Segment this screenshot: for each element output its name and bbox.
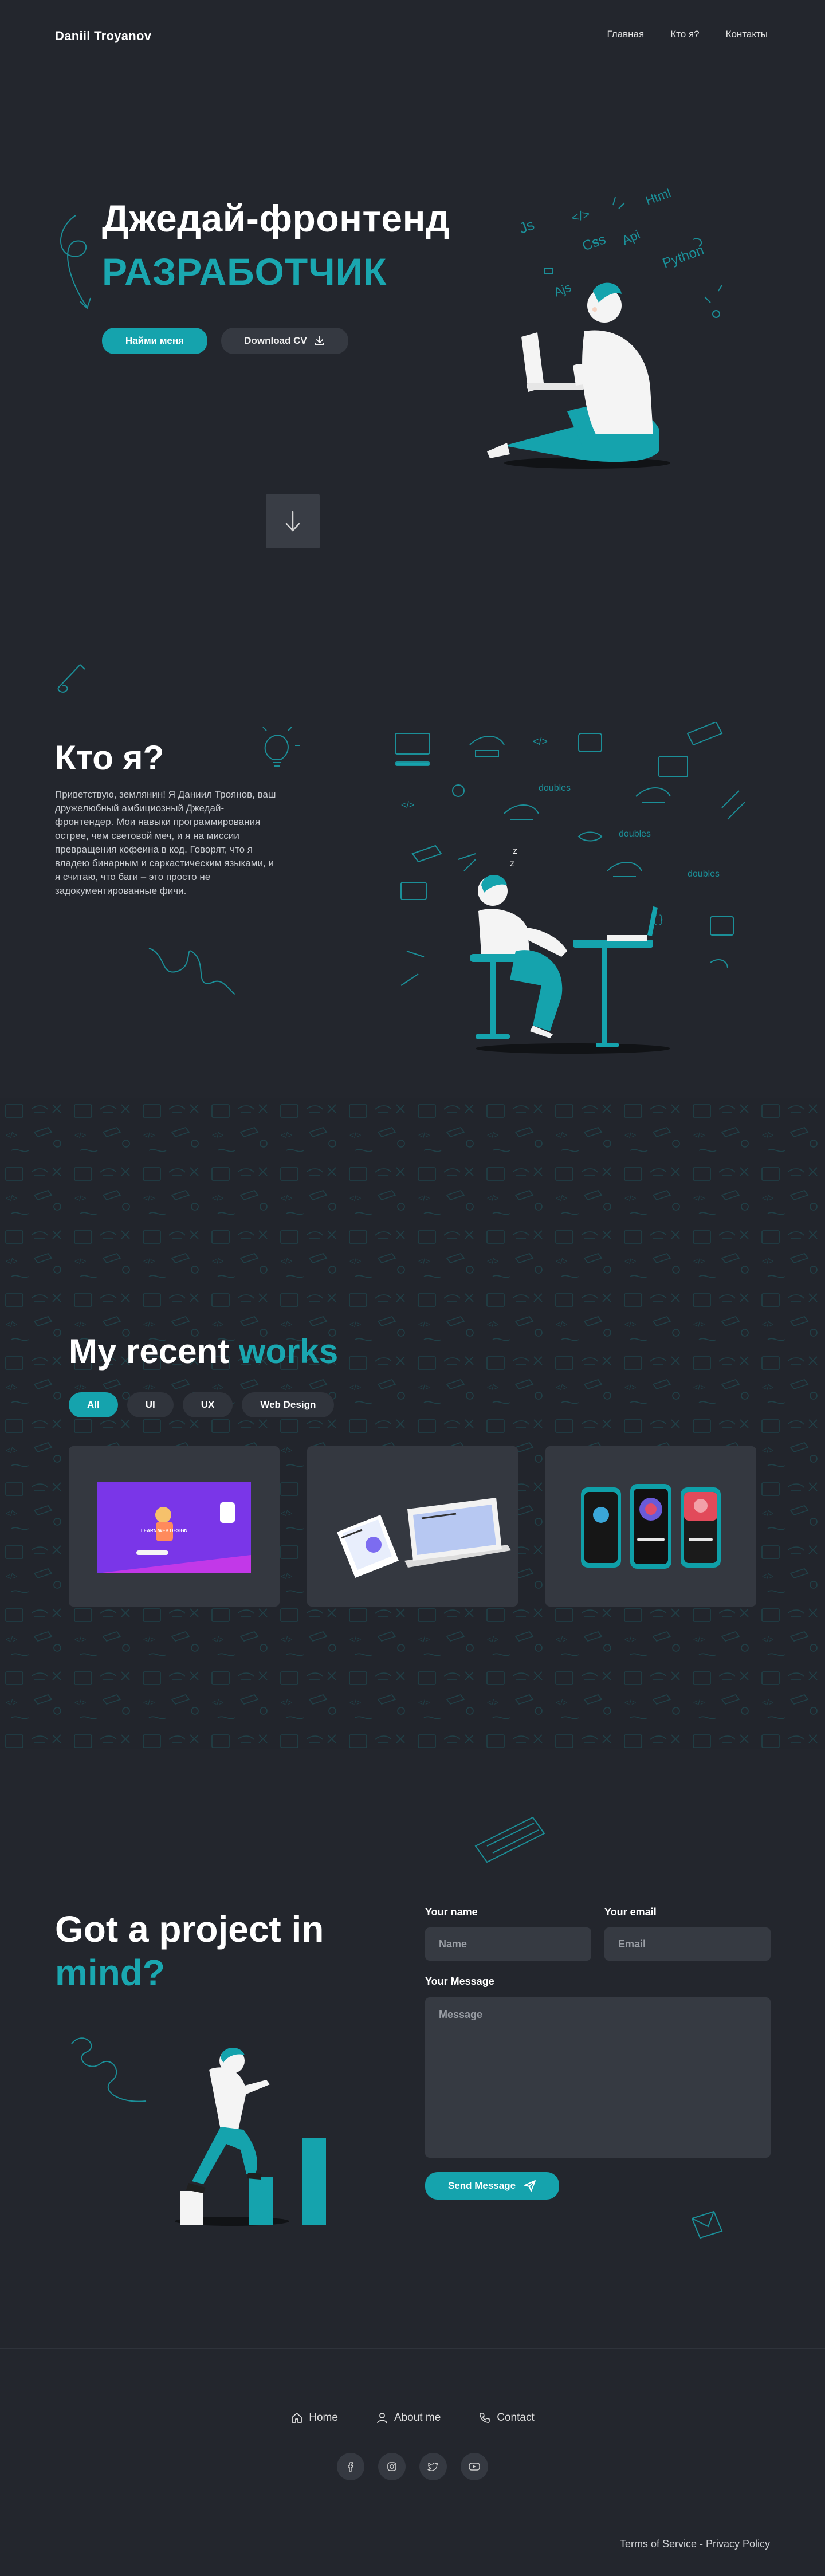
phone-icon (480, 2413, 490, 2423)
footer-link-about[interactable]: About me (376, 2412, 441, 2424)
email-label: Your email (604, 1906, 657, 1918)
message-label: Your Message (425, 1976, 494, 1987)
arrow-down-icon (285, 511, 300, 532)
about-title: Кто я? (55, 739, 164, 777)
work-card-heading: LEARN WEB DESIGN (141, 1528, 188, 1533)
lightbulb-icon (262, 727, 300, 767)
works-filters: All UI UX Web Design (69, 1392, 335, 1417)
download-cv-button[interactable]: Download CV (221, 328, 348, 354)
hero-title: Джедай-фронтенд (102, 197, 450, 239)
filter-web-design[interactable]: Web Design (242, 1392, 335, 1417)
footer-link-home[interactable]: Home (290, 2412, 338, 2424)
footer-link-about-label: About me (394, 2412, 441, 2424)
instagram-link[interactable] (378, 2453, 406, 2480)
doodle-spiral-icon (71, 2037, 147, 2102)
name-label: Your name (425, 1906, 478, 1918)
youtube-icon (469, 2463, 480, 2471)
contact-title-line2: mind? (55, 1952, 165, 1993)
contact-title: Got a project in mind? (55, 1907, 324, 1994)
footer-link-contact-label: Contact (497, 2412, 535, 2424)
site-footer: Home About me Contact Terms of Service -… (0, 2348, 825, 2576)
work-thumbnail-devices (337, 1498, 511, 1578)
work-thumbnail-web-design: LEARN WEB DESIGN (97, 1482, 251, 1573)
doodle-loops-icon (148, 948, 235, 995)
svg-text:doubles: doubles (688, 869, 720, 879)
site-logo[interactable]: Daniil Troyanov (55, 29, 151, 44)
scroll-down-button[interactable] (266, 494, 320, 548)
works-title-accent: works (238, 1332, 339, 1371)
svg-text:doubles: doubles (539, 783, 571, 793)
svg-text:Js: Js (517, 216, 537, 237)
works-title: My recent works (69, 1332, 338, 1371)
facebook-link[interactable] (337, 2453, 364, 2480)
contact-section: Got a project in mind? Your name Your em… (0, 1749, 825, 2348)
hire-me-button[interactable]: Найми меня (102, 328, 207, 354)
twitter-icon (427, 2462, 438, 2471)
svg-text:Ajs: Ajs (552, 280, 573, 300)
svg-text:Css: Css (580, 231, 608, 254)
about-text: Приветствую, землянин! Я Даниил Троянов,… (55, 789, 276, 896)
works-title-plain: My recent (69, 1332, 239, 1371)
envelope-doodle-icon (691, 2210, 723, 2239)
svg-text:Html: Html (643, 186, 673, 208)
svg-text:Api: Api (620, 227, 642, 248)
svg-text:z: z (510, 859, 514, 869)
footer-nav: Home About me Contact (0, 2412, 825, 2424)
send-message-button[interactable]: Send Message (425, 2172, 559, 2200)
music-note-icon (57, 664, 85, 693)
twitter-link[interactable] (419, 2453, 447, 2480)
footer-link-home-label: Home (309, 2412, 338, 2424)
about-section: Кто я? Приветствую, землянин! Я Даниил Т… (0, 573, 825, 1097)
developer-with-laptop-illustration: Js </> Html Css Python Api Ajs (487, 186, 722, 469)
footer-link-contact[interactable]: Contact (478, 2412, 535, 2424)
filter-ui[interactable]: UI (127, 1392, 174, 1417)
climbing-steps-illustration (175, 2048, 326, 2226)
site-header: Daniil Troyanov Главная Кто я? Контакты (0, 0, 825, 73)
send-icon (524, 2180, 536, 2192)
contact-title-line1: Got a project in (55, 1909, 324, 1950)
developer-relaxing-illustration: </> </> doubles doubles doubles { } z z (395, 722, 745, 1054)
email-input[interactable] (604, 1927, 771, 1961)
send-message-label: Send Message (447, 2180, 516, 2191)
svg-text:z: z (513, 846, 517, 856)
name-input[interactable] (425, 1927, 591, 1961)
user-icon (377, 2413, 387, 2424)
home-icon (292, 2413, 302, 2423)
work-card-mobile-app[interactable] (545, 1446, 756, 1607)
work-card-web-design[interactable]: LEARN WEB DESIGN (69, 1446, 280, 1607)
youtube-link[interactable] (461, 2453, 488, 2480)
hero-section: Джедай-фронтенд РАЗРАБОТЧИК Найми меня D… (0, 73, 825, 572)
svg-text:</>: </> (570, 206, 591, 225)
svg-text:</>: </> (533, 736, 548, 747)
facebook-icon (348, 2462, 353, 2472)
hero-subtitle: РАЗРАБОТЧИК (102, 250, 387, 293)
filter-ux[interactable]: UX (182, 1392, 233, 1417)
works-section: </> My recent works All UI UX Web Design… (0, 1098, 825, 1749)
download-icon (315, 336, 324, 345)
doodle-pattern-background: </> (0, 1098, 825, 1749)
nav-link-contacts[interactable]: Контакты (726, 29, 768, 40)
svg-text:</>: </> (401, 800, 414, 810)
keyboard-doodle-icon (474, 1816, 545, 1863)
main-nav: Главная Кто я? Контакты (607, 29, 768, 40)
legal-links[interactable]: Terms of Service - Privacy Policy (620, 2538, 770, 2550)
filter-all[interactable]: All (69, 1392, 118, 1417)
nav-link-home[interactable]: Главная (607, 29, 645, 40)
nav-link-about[interactable]: Кто я? (670, 29, 699, 40)
svg-text:doubles: doubles (619, 829, 651, 839)
work-card-devices[interactable] (307, 1446, 518, 1607)
instagram-icon (387, 2462, 396, 2471)
social-links (0, 2453, 825, 2480)
download-cv-label: Download CV (244, 335, 307, 346)
work-thumbnail-mobile-app (581, 1484, 721, 1569)
message-textarea[interactable] (425, 1997, 771, 2158)
